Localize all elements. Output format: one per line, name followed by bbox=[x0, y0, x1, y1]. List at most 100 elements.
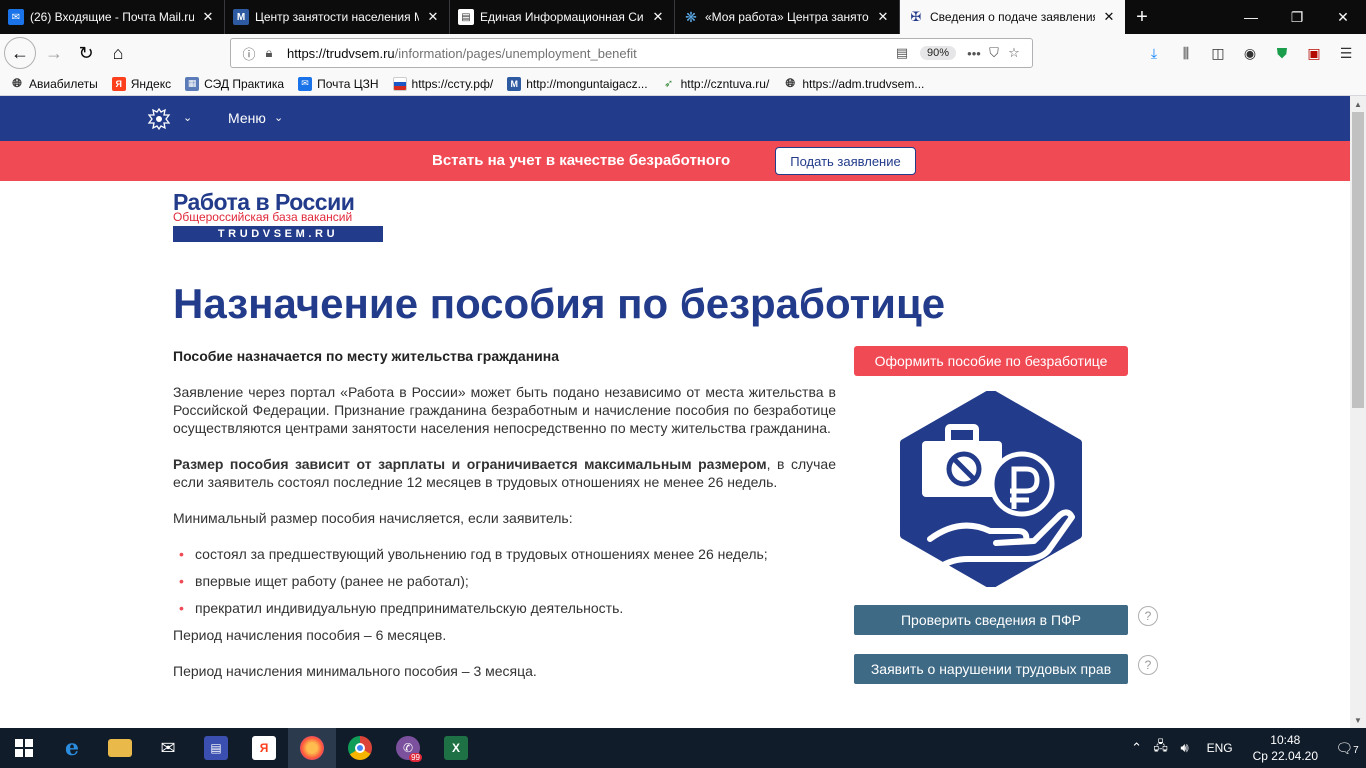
clock-date: Ср 22.04.20 bbox=[1252, 749, 1318, 763]
browser-tab[interactable]: ✉ (26) Входящие - Почта Mail.ru ✕ bbox=[0, 0, 225, 34]
site-m-icon: M bbox=[233, 9, 249, 25]
yandex-taskbar-app[interactable]: Я bbox=[240, 728, 288, 768]
back-button[interactable]: ← bbox=[4, 37, 36, 69]
bookmark-star-icon[interactable]: ☆ bbox=[1004, 45, 1024, 61]
library-icon[interactable]: ⫼ bbox=[1172, 39, 1200, 67]
account-icon[interactable]: ◉ bbox=[1236, 39, 1264, 67]
bookmark-label: https://ссту.рф/ bbox=[411, 76, 494, 91]
scrollbar-thumb[interactable] bbox=[1352, 112, 1364, 408]
register-banner: Встать на учет в качестве безработного П… bbox=[0, 141, 1350, 181]
scroll-down-arrow-icon[interactable]: ▼ bbox=[1350, 712, 1366, 728]
minimize-button[interactable]: — bbox=[1228, 0, 1274, 34]
edge-taskbar-app[interactable]: e bbox=[48, 728, 96, 768]
scroll-up-arrow-icon[interactable]: ▲ bbox=[1350, 96, 1366, 112]
reader-view-icon[interactable]: ▤ bbox=[892, 45, 912, 61]
language-indicator[interactable]: ENG bbox=[1207, 741, 1233, 755]
site-logo[interactable]: Работа в России Общероссийская база вака… bbox=[173, 189, 385, 251]
bookmark-label: Почта ЦЗН bbox=[317, 76, 379, 91]
notifications-button[interactable]: 🗨︎7 bbox=[1328, 740, 1366, 757]
bookmark-item[interactable]: 🌐︎ https://adm.trudvsem... bbox=[783, 76, 925, 91]
globe-icon: 🌐︎ bbox=[785, 76, 796, 90]
reload-button[interactable]: ↻ bbox=[70, 37, 102, 69]
bookmark-item[interactable]: ➶ http://czntuva.ru/ bbox=[662, 77, 769, 91]
restore-button[interactable]: ❐ bbox=[1274, 0, 1320, 34]
snowflake-icon: ❋ bbox=[685, 8, 697, 25]
lock-icon[interactable]: 🔒︎ bbox=[259, 45, 279, 61]
chevron-down-icon[interactable]: ⌄ bbox=[183, 111, 192, 124]
forward-button[interactable]: → bbox=[38, 37, 70, 69]
paragraph: Заявление через портал «Работа в России»… bbox=[173, 384, 836, 436]
close-icon[interactable]: ✕ bbox=[1101, 9, 1117, 25]
page-scrollbar[interactable]: ▲ ▼ bbox=[1350, 96, 1366, 728]
emblem-icon[interactable] bbox=[146, 106, 172, 132]
close-icon[interactable]: ✕ bbox=[650, 9, 666, 25]
tab-strip: ✉ (26) Входящие - Почта Mail.ru ✕ M Цент… bbox=[0, 0, 1366, 34]
bookmark-item[interactable]: Я Яндекс bbox=[111, 76, 171, 91]
browser-tab[interactable]: M Центр занятости населения М ✕ bbox=[225, 0, 450, 34]
pdf-extension-icon[interactable]: ▣ bbox=[1300, 39, 1328, 67]
check-pfr-button[interactable]: Проверить сведения в ПФР bbox=[854, 605, 1128, 635]
emblem-icon: ✠ bbox=[910, 9, 922, 24]
browser-tab-active[interactable]: ✠ Сведения о подаче заявления ✕ bbox=[900, 0, 1125, 34]
apply-benefit-button[interactable]: Оформить пособие по безработице bbox=[854, 346, 1128, 376]
firefox-taskbar-app[interactable] bbox=[288, 728, 336, 768]
viber-taskbar-app[interactable]: ✆ 99 bbox=[384, 728, 432, 768]
menu-button[interactable]: Меню bbox=[228, 110, 266, 126]
close-window-button[interactable]: ✕ bbox=[1320, 0, 1366, 34]
tab-title: «Моя работа» Центра занято bbox=[705, 10, 869, 24]
lead-paragraph: Пособие назначается по месту жительства … bbox=[173, 348, 560, 364]
browser-tab[interactable]: ▤ Единая Информационная Сис ✕ bbox=[450, 0, 675, 34]
chrome-taskbar-app[interactable] bbox=[336, 728, 384, 768]
chevron-up-icon[interactable]: ⌃ bbox=[1125, 740, 1149, 756]
bookmark-item[interactable]: https://ссту.рф/ bbox=[392, 76, 494, 91]
page-icon: ▤ bbox=[458, 9, 474, 25]
download-icon[interactable]: ⤓ bbox=[1140, 39, 1168, 67]
page-actions-icon[interactable]: ••• bbox=[964, 46, 984, 61]
chrome-icon bbox=[348, 736, 372, 760]
url-bar[interactable]: ⓘ 🔒︎ https://trudvsem.ru/information/pag… bbox=[230, 38, 1033, 68]
home-button[interactable]: ⌂ bbox=[102, 37, 134, 69]
mail-taskbar-app[interactable]: ✉ bbox=[144, 728, 192, 768]
excel-icon: X bbox=[444, 736, 468, 760]
chevron-down-icon[interactable]: ⌄ bbox=[274, 111, 283, 124]
new-tab-button[interactable]: + bbox=[1125, 0, 1159, 34]
bookmark-label: http://monguntaigacz... bbox=[526, 76, 648, 91]
save-taskbar-app[interactable]: ▤ bbox=[192, 728, 240, 768]
bookmark-item[interactable]: Mhttp://monguntaigacz... bbox=[507, 76, 648, 91]
browser-tab[interactable]: ❋ «Моя работа» Центра занято ✕ bbox=[675, 0, 900, 34]
flag-icon bbox=[392, 76, 407, 91]
submit-application-button[interactable]: Подать заявление bbox=[775, 147, 916, 175]
excel-taskbar-app[interactable]: X bbox=[432, 728, 480, 768]
sidebar-icon[interactable]: ◫ bbox=[1204, 39, 1232, 67]
logo-subtitle: Общероссийская база вакансий bbox=[173, 210, 353, 224]
volume-icon[interactable]: 🔊︎ bbox=[1173, 740, 1197, 756]
info-icon[interactable]: ⓘ bbox=[239, 44, 259, 63]
url-text[interactable]: https://trudvsem.ru/information/pages/un… bbox=[287, 46, 892, 61]
bookmark-item[interactable]: ✉ Почта ЦЗН bbox=[298, 76, 379, 91]
site-m-icon: M bbox=[507, 76, 522, 91]
site-top-nav: ⌄ Меню ⌄ bbox=[0, 96, 1350, 141]
notification-icon: 🗨︎ bbox=[1335, 739, 1354, 756]
zoom-badge[interactable]: 90% bbox=[919, 46, 956, 60]
close-icon[interactable]: ✕ bbox=[875, 9, 891, 25]
bookmark-item[interactable]: ▦ СЭД Практика bbox=[185, 76, 284, 91]
close-icon[interactable]: ✕ bbox=[425, 9, 441, 25]
close-icon[interactable]: ✕ bbox=[200, 9, 216, 25]
paragraph: Период начисления минимального пособия –… bbox=[173, 663, 537, 679]
paragraph-bold: Размер пособия зависит от зарплаты и огр… bbox=[173, 456, 767, 472]
pocket-icon[interactable]: ⛉ bbox=[984, 45, 1004, 61]
globe-icon: 🌐︎ bbox=[12, 76, 22, 90]
network-icon[interactable]: 🖧︎ bbox=[1149, 737, 1173, 759]
start-button[interactable] bbox=[0, 728, 48, 768]
clock[interactable]: 10:48 Ср 22.04.20 bbox=[1253, 732, 1318, 764]
hamburger-menu-icon[interactable]: ☰ bbox=[1332, 39, 1360, 67]
bookmark-item[interactable]: 🌐︎ Авиабилеты bbox=[10, 76, 98, 91]
shield-extension-icon[interactable]: ⛊ bbox=[1268, 39, 1296, 67]
report-violation-button[interactable]: Заявить о нарушении трудовых прав bbox=[854, 654, 1128, 684]
article-content: Пособие назначается по месту жительства … bbox=[173, 347, 836, 680]
help-icon[interactable]: ? bbox=[1138, 606, 1158, 626]
explorer-taskbar-app[interactable] bbox=[96, 728, 144, 768]
mail-icon: ✉ bbox=[298, 76, 313, 91]
help-icon[interactable]: ? bbox=[1138, 655, 1158, 675]
banner-text: Встать на учет в качестве безработного bbox=[432, 152, 731, 169]
